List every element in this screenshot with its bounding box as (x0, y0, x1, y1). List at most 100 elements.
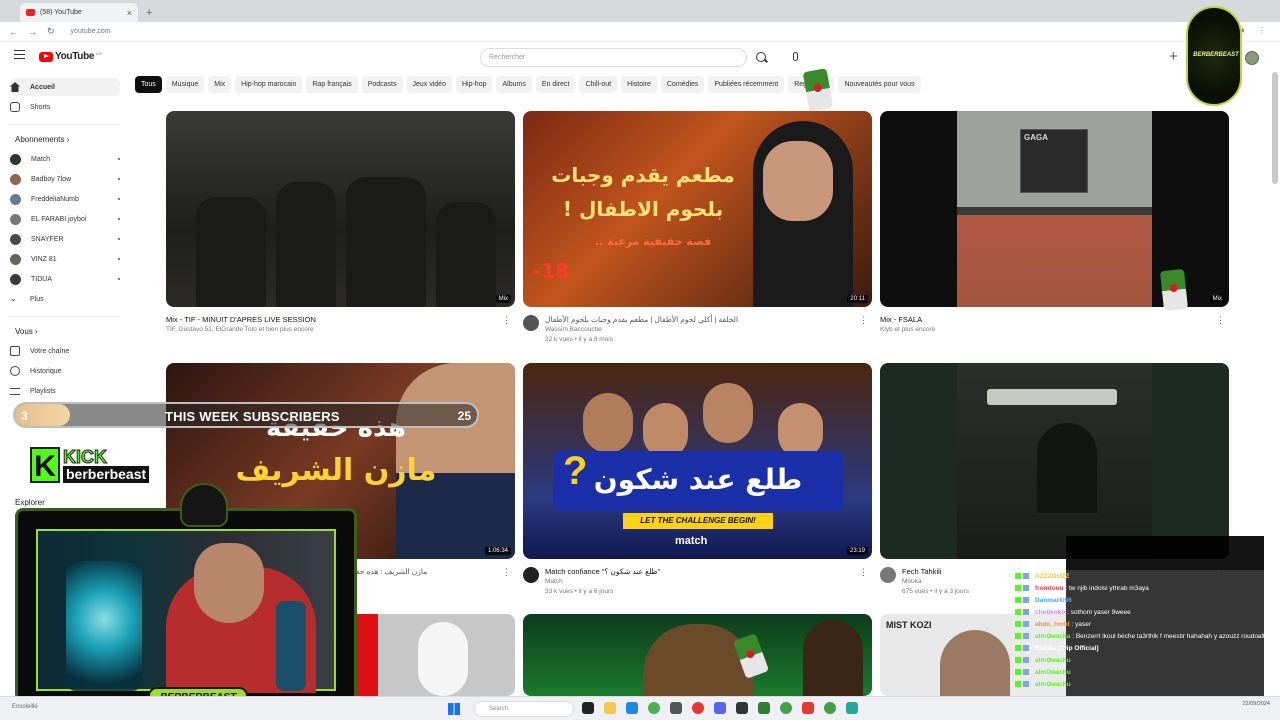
video-thumbnail[interactable] (348, 614, 515, 696)
filter-chip[interactable]: Musique (165, 76, 205, 93)
app-icon[interactable] (846, 702, 858, 714)
video-card[interactable]: طلع عند شكون ? LET THE CHALLENGE BEGIN! … (523, 363, 872, 597)
reload-icon[interactable]: ↻ (47, 26, 55, 37)
channel-avatar[interactable] (880, 567, 896, 583)
url-field[interactable]: youtube.com (71, 28, 111, 35)
taskbar-clock[interactable]: 22/09/2024 (1242, 700, 1270, 708)
chrome-icon[interactable] (824, 702, 836, 714)
sidebar-item-history[interactable]: Historique (10, 362, 120, 380)
more-options-icon[interactable]: ⋮ (859, 567, 868, 578)
filter-chip[interactable]: Nouveautés pour vous (838, 76, 921, 93)
subscriptions-heading[interactable]: Abonnements › (15, 135, 69, 144)
sidebar-item-more[interactable]: ⌄ Plus (10, 290, 120, 308)
file-explorer-icon[interactable] (604, 702, 616, 714)
sidebar-item-subscription[interactable]: SNAYFER (10, 230, 120, 248)
video-card[interactable] (523, 614, 872, 696)
video-thumbnail[interactable] (523, 614, 872, 696)
app-icon[interactable] (758, 702, 770, 714)
video-channel[interactable]: TIF, Gustavo 51, ElGrande Toto et bien p… (166, 325, 316, 335)
video-thumbnail[interactable]: طلع عند شكون ? LET THE CHALLENGE BEGIN! … (523, 363, 872, 559)
video-title[interactable]: Match confiance "طلع عند شكون ؟" (545, 567, 660, 577)
microphone-icon[interactable] (793, 52, 798, 61)
hamburger-menu-icon[interactable] (14, 50, 25, 59)
more-options-icon[interactable]: ⋮ (502, 315, 511, 326)
search-icon[interactable] (756, 52, 766, 62)
chat-username[interactable]: almOoucha (1035, 633, 1070, 640)
video-card[interactable]: Mix Mix - TIF - MINUIT D'APRES LIVE SESS… (166, 111, 515, 335)
video-thumbnail[interactable]: مطعم يقدم وجبات بلحوم الاطفال ! قصة حقيق… (523, 111, 872, 307)
weather-widget[interactable]: Ensoleillé (12, 704, 38, 710)
filter-chip[interactable]: Publiées récemment (708, 76, 785, 93)
video-channel[interactable]: Klyb et plus encore (880, 325, 935, 335)
sidebar-item-subscription[interactable]: Badboy 7low (10, 170, 120, 188)
channel-avatar[interactable] (523, 567, 539, 583)
chrome-icon[interactable] (648, 702, 660, 714)
chat-username[interactable]: abdo_hmid (1035, 621, 1070, 628)
app-icon[interactable] (670, 702, 682, 714)
filter-chip[interactable]: Jeux vidéo (406, 76, 452, 93)
video-thumbnail[interactable] (880, 363, 1229, 559)
sidebar-item-subscription[interactable]: VINZ 81 (10, 250, 120, 268)
back-icon[interactable]: ← (9, 27, 18, 37)
filter-chip[interactable]: Tous (135, 76, 162, 93)
filter-chip[interactable]: En direct (535, 76, 576, 93)
video-channel[interactable]: Match (545, 577, 660, 587)
filter-chip[interactable]: Hip-hop marocain (235, 76, 303, 93)
filter-chip[interactable]: Chill-out (579, 76, 618, 93)
filter-chip[interactable]: Hip-hop (455, 76, 493, 93)
chat-username[interactable]: fromtouu (1035, 585, 1064, 592)
account-avatar[interactable] (1245, 51, 1259, 65)
sidebar-item-subscription[interactable]: EL FARABI joyboi (10, 210, 120, 228)
chat-username[interactable]: Danmarki96 (1035, 597, 1072, 604)
sidebar-item-shorts[interactable]: Shorts (10, 98, 120, 116)
chat-username[interactable]: almOouchu (1035, 681, 1071, 688)
chat-username[interactable]: Blanka [Clip Official] (1035, 645, 1099, 652)
filter-chip[interactable]: Podcasts (361, 76, 403, 93)
sidebar-item-subscription[interactable]: TIDUA (10, 270, 120, 288)
new-tab-button[interactable]: + (146, 7, 152, 19)
app-icon[interactable] (802, 702, 814, 714)
taskbar-search[interactable]: Search (474, 701, 574, 717)
tab-close-icon[interactable]: × (127, 8, 132, 18)
video-thumbnail[interactable]: Mix (166, 111, 515, 307)
video-title[interactable]: Mix - FSALA (880, 315, 935, 325)
video-title[interactable]: الحلقة | أكلي لحوم الأطفال | مطعم يقدم و… (545, 315, 738, 325)
chat-username[interactable]: chebkoko (1035, 609, 1065, 616)
sidebar-item-your-channel[interactable]: Votre chaîne (10, 342, 120, 360)
video-channel[interactable]: Mouka (902, 577, 969, 587)
chat-username[interactable]: almOouchu (1035, 657, 1071, 664)
you-heading[interactable]: Vous › (15, 327, 38, 336)
sidebar-item-subscription[interactable]: FreddeliaNumb (10, 190, 120, 208)
sidebar-item-subscription[interactable]: Match (10, 150, 120, 168)
video-title[interactable]: مازن الشريف : هذه حقيقة (346, 567, 427, 577)
filter-chip[interactable]: Mix (208, 76, 232, 93)
windows-start-icon[interactable] (448, 703, 460, 715)
sidebar-item-playlists[interactable]: Playlists (10, 382, 120, 400)
channel-avatar[interactable] (523, 315, 539, 331)
edge-icon[interactable] (626, 702, 638, 714)
more-options-icon[interactable]: ⋮ (502, 567, 511, 578)
video-title[interactable]: Mix - TIF - MINUIT D'APRES LIVE SESSION (166, 315, 316, 325)
video-title[interactable]: Fech Tahkili (902, 567, 969, 577)
discord-icon[interactable] (714, 702, 726, 714)
youtube-logo[interactable]: YouTube DZ (39, 51, 102, 62)
app-icon[interactable] (692, 702, 704, 714)
page-scrollbar[interactable] (1272, 72, 1278, 184)
search-input[interactable]: Rechercher (480, 48, 747, 67)
video-card[interactable] (348, 614, 515, 696)
video-channel[interactable]: Wassim Baccouche (545, 325, 738, 335)
more-options-icon[interactable]: ⋮ (1216, 315, 1225, 326)
forward-icon[interactable]: → (28, 27, 37, 37)
chrome-icon[interactable] (780, 702, 792, 714)
chat-username[interactable]: almOouchu (1035, 669, 1071, 676)
task-view-icon[interactable] (582, 702, 594, 714)
create-plus-icon[interactable]: + (1169, 48, 1178, 65)
sidebar-item-home[interactable]: Accueil (10, 78, 120, 96)
filter-chip[interactable]: Histoire (621, 76, 657, 93)
browser-tab[interactable]: (58) YouTube × (20, 3, 138, 22)
filter-chip[interactable]: Albums (496, 76, 532, 93)
chat-username[interactable]: AZZZOUZZ (1035, 573, 1069, 580)
app-icon[interactable] (736, 702, 748, 714)
video-card[interactable]: مطعم يقدم وجبات بلحوم الاطفال ! قصة حقيق… (523, 111, 872, 345)
menu-dots-icon[interactable]: ⋮ (1258, 26, 1266, 35)
